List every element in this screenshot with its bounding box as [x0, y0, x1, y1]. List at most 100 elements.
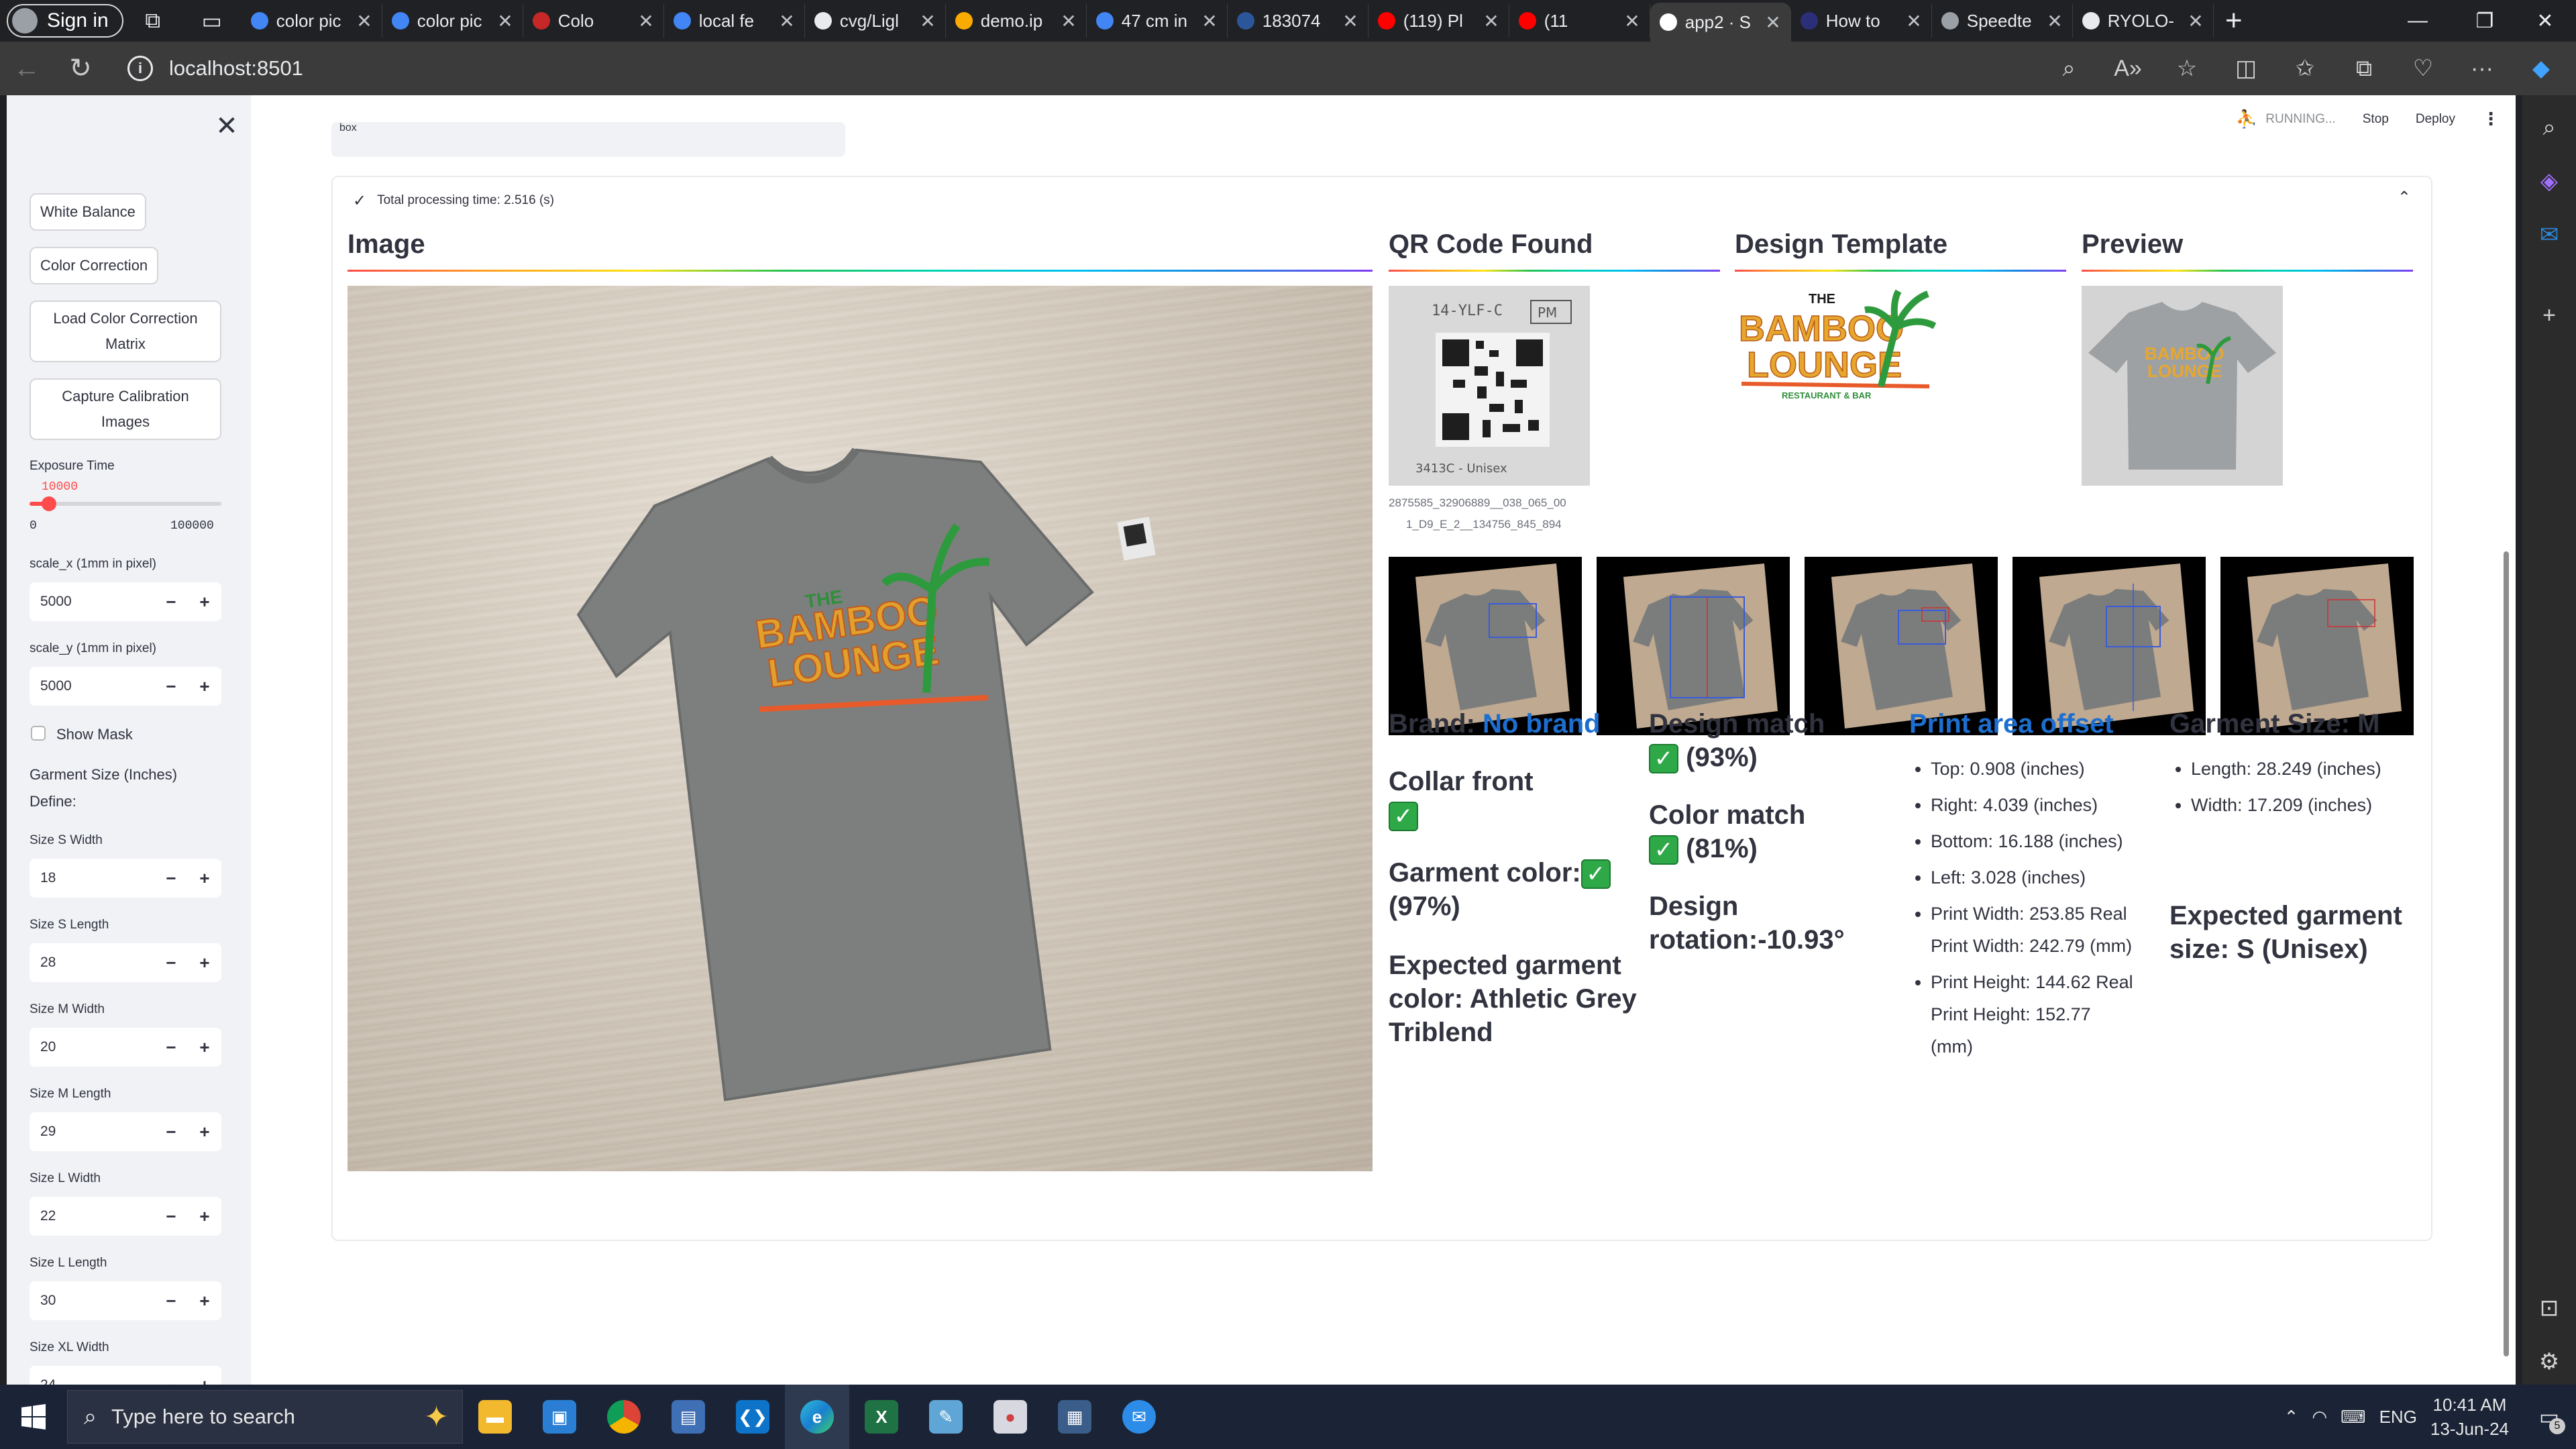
size-number-input[interactable]: 18 − +: [30, 859, 221, 898]
scale-x-input[interactable]: 5000 − +: [30, 582, 221, 621]
browser-tab[interactable]: 183074 ✕: [1228, 4, 1368, 38]
browser-tab[interactable]: app2 · S ✕: [1650, 3, 1791, 42]
close-window-button[interactable]: ✕: [2512, 0, 2576, 42]
scale-y-input[interactable]: 5000 − +: [30, 667, 221, 706]
decrement-button[interactable]: −: [154, 1037, 188, 1058]
scale-y-increment-button[interactable]: +: [188, 676, 221, 697]
exposure-time-slider[interactable]: [30, 496, 221, 511]
tab-close-icon[interactable]: ✕: [1342, 10, 1358, 32]
tab-actions-icon[interactable]: ▭: [182, 0, 241, 42]
search-icon[interactable]: ⌕: [2530, 109, 2568, 146]
size-number-input[interactable]: 24−+: [30, 1366, 221, 1385]
deploy-button[interactable]: Deploy: [2416, 112, 2455, 127]
vscode-app[interactable]: ❮❯: [720, 1385, 785, 1449]
taskbar-search-box[interactable]: ⌕ Type here to search ✦: [67, 1390, 463, 1444]
browser-tab[interactable]: Colo ✕: [523, 4, 664, 38]
more-menu-icon[interactable]: ···: [2453, 42, 2512, 95]
read-aloud-icon[interactable]: A»: [2098, 42, 2157, 95]
copilot-rail-icon[interactable]: ◈: [2530, 162, 2568, 200]
calculator-app[interactable]: ▦: [1042, 1385, 1107, 1449]
tab-close-icon[interactable]: ✕: [1765, 11, 1780, 34]
site-info-icon[interactable]: i: [127, 56, 153, 81]
restore-button[interactable]: ❐: [2451, 0, 2518, 42]
favorite-star-icon[interactable]: ☆: [2157, 42, 2216, 95]
start-button[interactable]: [0, 1385, 67, 1449]
back-icon[interactable]: ←: [0, 42, 54, 95]
increment-button[interactable]: +: [188, 1037, 221, 1058]
copilot-icon[interactable]: ◆: [2512, 42, 2571, 95]
profile-signin-button[interactable]: Sign in: [7, 4, 123, 38]
increment-button[interactable]: +: [188, 1206, 221, 1227]
wifi-icon[interactable]: ◠: [2312, 1407, 2327, 1428]
decrement-button[interactable]: −: [154, 1122, 188, 1142]
browser-tab[interactable]: How to ✕: [1791, 4, 1932, 38]
decrement-button[interactable]: −: [154, 1206, 188, 1227]
chevron-up-icon[interactable]: ⌃: [2398, 188, 2411, 207]
tab-close-icon[interactable]: ✕: [1061, 10, 1076, 32]
messaging-app[interactable]: ✉: [1107, 1385, 1171, 1449]
scale-y-decrement-button[interactable]: −: [154, 676, 188, 697]
color-correction-button[interactable]: Color Correction: [30, 247, 159, 284]
capture-calibration-images-button[interactable]: Capture Calibration Images: [30, 378, 221, 440]
show-mask-checkbox[interactable]: [31, 726, 46, 741]
tab-close-icon[interactable]: ✕: [1624, 10, 1640, 32]
tab-close-icon[interactable]: ✕: [2188, 10, 2203, 32]
url-field[interactable]: i localhost:8501: [114, 48, 2039, 89]
refresh-icon[interactable]: ↻: [54, 42, 107, 95]
top-input-field[interactable]: box: [331, 122, 845, 157]
increment-button[interactable]: +: [188, 953, 221, 973]
tab-close-icon[interactable]: ✕: [1483, 10, 1499, 32]
decrement-button[interactable]: −: [154, 1291, 188, 1311]
clock[interactable]: 10:41 AM 13-Jun-24: [2430, 1393, 2509, 1441]
main-menu-icon[interactable]: ⋮: [2482, 109, 2500, 129]
keyboard-icon[interactable]: ⌨: [2341, 1407, 2366, 1428]
language-indicator[interactable]: ENG: [2379, 1407, 2417, 1428]
decrement-button[interactable]: −: [154, 868, 188, 889]
outlook-icon[interactable]: ✉: [2530, 216, 2568, 254]
notepad-app[interactable]: ✎: [914, 1385, 978, 1449]
increment-button[interactable]: +: [188, 1291, 221, 1311]
file-explorer-app[interactable]: ▬: [463, 1385, 527, 1449]
browser-tab[interactable]: color pic ✕: [382, 4, 523, 38]
expander-header[interactable]: ✓ Total processing time: 2.516 (s): [353, 184, 554, 217]
tab-close-icon[interactable]: ✕: [1906, 10, 1921, 32]
favorites-icon[interactable]: ✩: [2275, 42, 2334, 95]
size-number-input[interactable]: 29 − +: [30, 1112, 221, 1151]
size-number-input[interactable]: 20 − +: [30, 1028, 221, 1067]
scale-x-increment-button[interactable]: +: [188, 592, 221, 612]
settings-gear-icon[interactable]: ⚙: [2530, 1343, 2568, 1381]
exposure-slider-thumb[interactable]: [41, 496, 56, 511]
zoom-icon[interactable]: ⌕: [2039, 42, 2098, 95]
size-number-input[interactable]: 30 − +: [30, 1281, 221, 1320]
browser-tab[interactable]: local fe ✕: [664, 4, 805, 38]
increment-button[interactable]: +: [188, 1122, 221, 1142]
excel-app[interactable]: X: [849, 1385, 914, 1449]
tab-close-icon[interactable]: ✕: [356, 10, 372, 32]
notification-center-button[interactable]: ▭ 5: [2522, 1385, 2576, 1449]
paint-app[interactable]: ●: [978, 1385, 1042, 1449]
task-view-app[interactable]: ▣: [527, 1385, 592, 1449]
browser-tab[interactable]: 47 cm in ✕: [1087, 4, 1228, 38]
browser-tab[interactable]: (11 ✕: [1509, 4, 1650, 38]
minimize-button[interactable]: —: [2384, 0, 2451, 42]
browser-tab[interactable]: color pic ✕: [241, 4, 382, 38]
size-number-input[interactable]: 28 − +: [30, 943, 221, 982]
browser-tab[interactable]: demo.ip ✕: [946, 4, 1087, 38]
size-number-input[interactable]: 22 − +: [30, 1197, 221, 1236]
load-color-correction-matrix-button[interactable]: Load Color Correction Matrix: [30, 301, 221, 362]
edge-app[interactable]: e: [785, 1385, 849, 1449]
stop-button[interactable]: Stop: [2363, 112, 2389, 127]
performance-icon[interactable]: ♡: [2394, 42, 2453, 95]
remote-desktop-app[interactable]: ▤: [656, 1385, 720, 1449]
tab-close-icon[interactable]: ✕: [2047, 10, 2062, 32]
browser-tab[interactable]: Speedte ✕: [1932, 4, 2073, 38]
browser-tab[interactable]: RYOLO- ✕: [2073, 4, 2214, 38]
add-rail-icon[interactable]: +: [2530, 297, 2568, 334]
close-sidebar-icon[interactable]: ✕: [208, 107, 246, 145]
main-scrollbar[interactable]: [2504, 551, 2509, 1356]
workspaces-icon[interactable]: ⧉: [123, 0, 182, 42]
white-balance-button[interactable]: White Balance: [30, 193, 146, 231]
tab-close-icon[interactable]: ✕: [1201, 10, 1217, 32]
browser-tab[interactable]: (119) Pl ✕: [1368, 4, 1509, 38]
tab-close-icon[interactable]: ✕: [497, 10, 513, 32]
